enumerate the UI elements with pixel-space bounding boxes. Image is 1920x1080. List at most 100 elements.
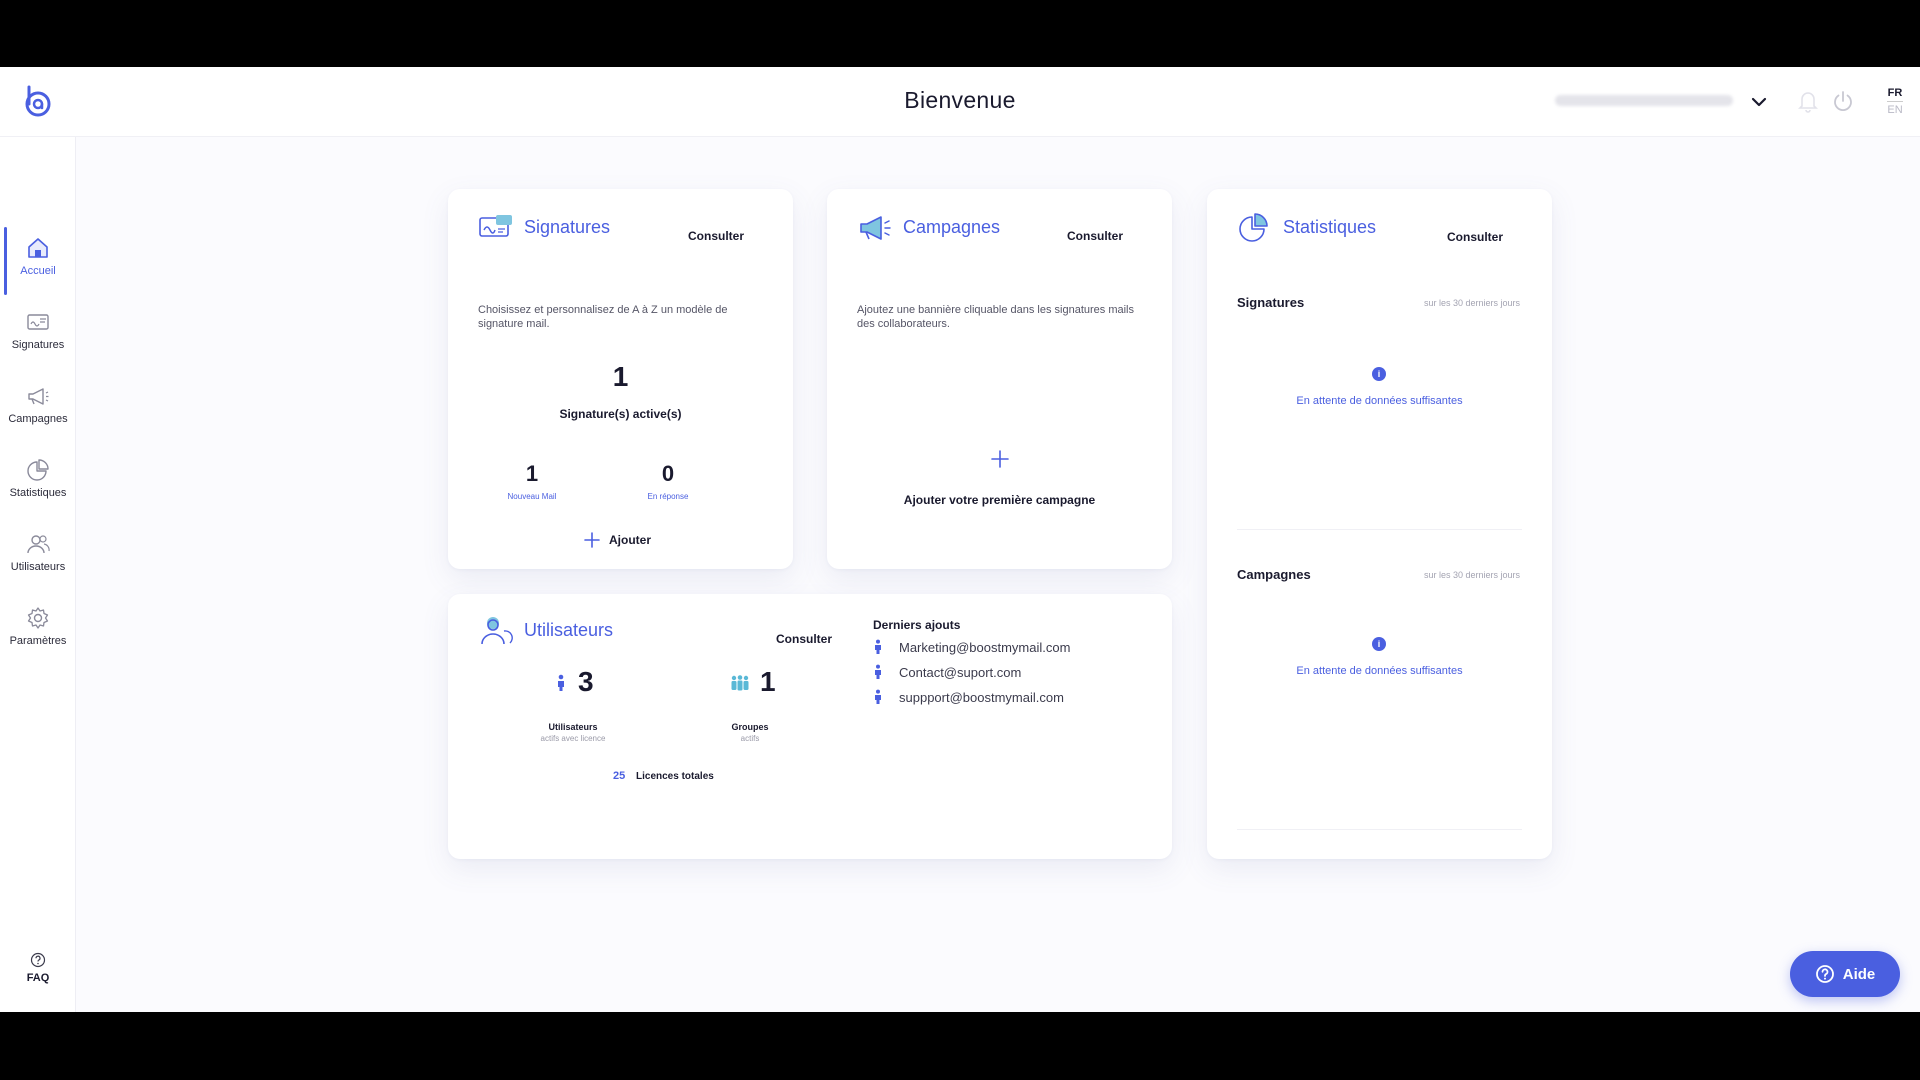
person-icon [875,639,881,654]
reply-label: En réponse [647,492,689,501]
users-icon [27,535,50,554]
licences-label: Licences totales [636,771,714,782]
pie-chart-icon [27,459,49,481]
top-bar: Bienvenue FR EN [0,67,1920,137]
campaigns-card-title: Campagnes [903,216,1001,237]
pie-chart-icon [1239,213,1268,242]
users-sub-label: actifs avec licence [540,734,606,743]
sidebar-item-label: Utilisateurs [10,561,66,573]
groups-count: 1 [760,666,776,697]
recent-user-email: Marketing@boostmymail.com [899,639,1071,655]
groups-sub-label: actifs [740,734,760,743]
sidebar-item-statistiques[interactable]: Statistiques [0,447,76,515]
info-icon: i [1372,637,1386,651]
add-signature-label: Ajouter [609,533,651,547]
add-campaign-plus-icon[interactable] [990,449,1010,469]
stats-divider [1237,829,1522,830]
stats-signatures-title: Signatures [1237,295,1305,310]
recent-user-item[interactable]: Contact@suport.com [873,664,1021,680]
gear-icon [27,607,49,629]
sidebar-item-label: Campagnes [8,413,68,425]
lang-fr[interactable]: FR [1884,86,1906,100]
statistics-card-title: Statistiques [1283,216,1377,237]
sidebar-item-faq[interactable]: FAQ [0,952,76,984]
statistics-consult-link[interactable]: Consulter [1447,230,1503,244]
reply-count: 0 [661,461,675,486]
users-icon [481,617,513,645]
users-card: Utilisateurs Consulter 3 Utilisateurs ac… [448,594,1172,859]
users-label: Utilisateurs [548,722,598,732]
stats-campaigns-range: sur les 30 derniers jours [1423,570,1520,580]
active-signatures-count: 1 [612,361,629,392]
person-icon [875,664,881,679]
page-title: Bienvenue [904,87,1016,113]
users-card-header: Utilisateurs [478,610,613,650]
sidebar-item-label: Paramètres [9,635,67,647]
active-signatures-label: Signature(s) active(s) [559,407,682,421]
users-card-title: Utilisateurs [524,619,614,640]
groups-label: Groupes [731,722,769,732]
signatures-card: Signatures Consulter Choisissez et perso… [448,189,793,569]
add-signature-button[interactable]: Ajouter [583,531,651,549]
stats-campaigns-title: Campagnes [1237,567,1311,582]
help-button-label: Aide [1842,965,1876,983]
megaphone-icon [860,216,891,240]
recent-user-item[interactable]: Marketing@boostmymail.com [873,639,1070,655]
signature-icon [479,215,512,237]
campaigns-description: Ajoutez une bannière cliquable dans les … [857,304,1135,330]
sidebar-item-label: Signatures [11,339,65,351]
recent-user-email: suppport@boostmymail.com [899,689,1064,705]
question-icon [30,952,46,968]
users-consult-link[interactable]: Consulter [776,632,832,646]
megaphone-icon [28,388,49,405]
language-switch[interactable]: FR EN [1884,86,1906,117]
bell-icon[interactable] [1797,89,1819,113]
campaigns-consult-link[interactable]: Consulter [1067,229,1123,243]
stats-campaigns-status: En attente de données suffisantes [1296,665,1463,677]
sidebar: Accueil Signatures Campagnes Statistique… [0,137,76,1012]
person-icon [558,674,564,691]
info-icon: i [1372,367,1386,381]
app-window: Bienvenue FR EN Accueil Signatures Campa… [0,67,1920,1012]
recent-user-item[interactable]: suppport@boostmymail.com [873,689,1064,705]
brand-logo-icon[interactable] [20,83,56,119]
users-count: 3 [578,666,594,697]
help-button[interactable]: Aide [1790,951,1900,997]
signatures-card-header: Signatures [478,207,610,247]
home-icon [28,238,48,258]
sidebar-item-label: Accueil [20,265,56,277]
new-mail-label: Nouveau Mail [507,492,557,501]
power-icon[interactable] [1831,89,1855,113]
signatures-card-title: Signatures [524,216,611,237]
recent-additions-title: Derniers ajouts [873,618,961,632]
sidebar-item-parametres[interactable]: Paramètres [0,595,76,663]
sidebar-item-label: Statistiques [9,487,67,499]
signatures-consult-link[interactable]: Consulter [688,229,744,243]
campaigns-card-header: Campagnes [857,207,1000,247]
sidebar-item-signatures[interactable]: Signatures [0,299,76,367]
stats-signatures-status: En attente de données suffisantes [1296,395,1463,407]
new-mail-count: 1 [525,461,539,486]
signature-icon [27,314,49,330]
sidebar-item-campagnes[interactable]: Campagnes [0,373,76,441]
stats-divider [1237,529,1522,530]
campaigns-card: Campagnes Consulter Ajoutez une bannière… [827,189,1172,569]
group-icon [731,675,749,691]
sidebar-item-utilisateurs[interactable]: Utilisateurs [0,521,76,589]
signatures-description: Choisissez et personnalisez de A à Z un … [478,304,728,330]
add-first-campaign-button[interactable]: Ajouter votre première campagne [827,493,1172,507]
plus-icon [584,532,600,548]
faq-label: FAQ [26,972,50,984]
sidebar-item-accueil[interactable]: Accueil [0,225,76,295]
recent-user-email: Contact@suport.com [899,664,1022,680]
person-icon [875,689,881,704]
statistics-card: Statistiques Consulter Signatures sur le… [1207,189,1552,859]
lang-divider [1887,101,1903,102]
stats-signatures-range: sur les 30 derniers jours [1423,298,1520,308]
user-email[interactable] [1555,95,1733,106]
licences-count: 25 [613,770,626,782]
question-icon [1815,965,1834,983]
statistics-card-header: Statistiques [1237,207,1376,247]
lang-en[interactable]: EN [1884,103,1906,117]
chevron-down-icon[interactable] [1748,91,1770,113]
